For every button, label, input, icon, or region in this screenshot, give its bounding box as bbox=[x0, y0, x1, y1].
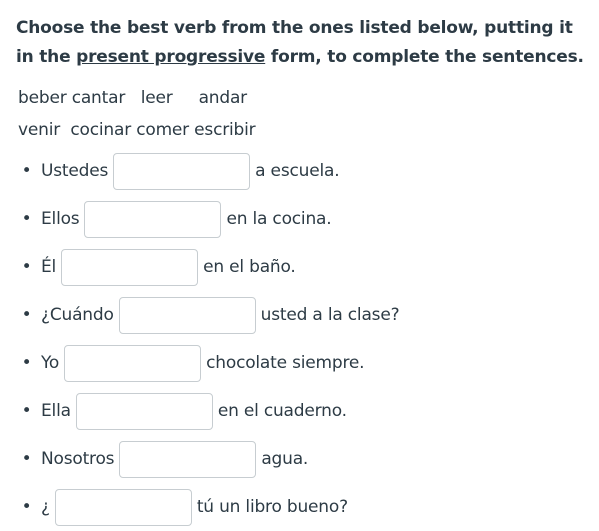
bullet-icon: • bbox=[21, 353, 32, 373]
sentence-before: Él bbox=[41, 257, 57, 277]
sentence-list: • Ustedes a escuela. • Ellos en la cocina… bbox=[0, 147, 400, 531]
answer-input[interactable] bbox=[61, 248, 199, 286]
sentence-after: en el cuaderno. bbox=[217, 401, 347, 421]
sentence-item: • Él en el baño. bbox=[0, 243, 399, 291]
sentence-item: • Ella en el cuaderno. bbox=[0, 387, 399, 435]
sentence-after: usted a la clase? bbox=[260, 305, 400, 325]
bullet-icon: • bbox=[21, 401, 32, 421]
bullet-icon: • bbox=[21, 449, 32, 469]
answer-input[interactable] bbox=[54, 488, 192, 526]
sentence-after: en la cocina. bbox=[226, 209, 332, 229]
sentence-before: Nosotros bbox=[41, 449, 115, 469]
sentence-before: ¿Cuándo bbox=[41, 305, 114, 325]
present-progressive-link[interactable]: present progressive bbox=[76, 47, 265, 67]
answer-input[interactable] bbox=[118, 296, 256, 334]
sentence-after: tú un libro bueno? bbox=[196, 497, 348, 517]
answer-input[interactable] bbox=[84, 200, 222, 238]
sentence-before: ¿ bbox=[41, 497, 50, 517]
word-bank-row-2: venir cocinar comer escribir bbox=[18, 120, 256, 140]
sentence-item: • ¿ tú un libro bueno? bbox=[0, 483, 399, 531]
instructions-text-end: form, to complete the sentences. bbox=[265, 47, 584, 67]
answer-input[interactable] bbox=[64, 344, 202, 382]
sentence-item: • Nosotros agua. bbox=[0, 435, 399, 483]
sentence-before: Ustedes bbox=[41, 161, 109, 181]
sentence-item: • Ustedes a escuela. bbox=[0, 147, 399, 195]
sentence-item: • Yo chocolate siempre. bbox=[0, 339, 399, 387]
sentence-after: a escuela. bbox=[255, 161, 340, 181]
bullet-icon: • bbox=[21, 305, 32, 325]
word-bank-row-1: beber cantar leer andar bbox=[18, 88, 247, 108]
sentence-after: agua. bbox=[261, 449, 309, 469]
sentence-after: en el baño. bbox=[203, 257, 296, 277]
sentence-item: • ¿Cuándo usted a la clase? bbox=[0, 291, 400, 339]
answer-input[interactable] bbox=[113, 152, 251, 190]
answer-input[interactable] bbox=[119, 440, 257, 478]
sentence-before: Ella bbox=[41, 401, 71, 421]
sentence-item: • Ellos en la cocina. bbox=[0, 195, 399, 243]
bullet-icon: • bbox=[21, 257, 32, 277]
sentence-before: Ellos bbox=[41, 209, 80, 229]
answer-input[interactable] bbox=[75, 392, 213, 430]
bullet-icon: • bbox=[21, 497, 32, 517]
sentence-before: Yo bbox=[41, 353, 60, 373]
bullet-icon: • bbox=[21, 161, 32, 181]
instructions: Choose the best verb from the ones liste… bbox=[16, 14, 586, 72]
bullet-icon: • bbox=[21, 209, 32, 229]
sentence-after: chocolate siempre. bbox=[206, 353, 365, 373]
